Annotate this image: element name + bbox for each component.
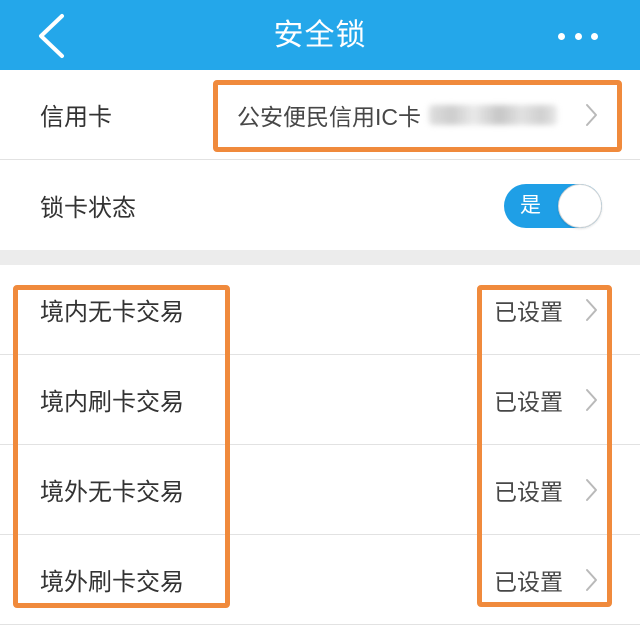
list-item-status: 已设置 (494, 473, 598, 507)
status-value: 已设置 (494, 298, 563, 325)
section-divider (0, 250, 640, 265)
list-item-label: 境内无卡交易 (40, 299, 184, 326)
status-value: 已设置 (494, 478, 563, 505)
toggle-knob (558, 184, 602, 228)
top-nav-bar: 安全锁 (0, 0, 640, 70)
more-button[interactable] (558, 26, 598, 46)
lock-status-toggle[interactable]: 是 (504, 184, 602, 228)
transaction-settings-list: 境内无卡交易 已设置 境内刷卡交易 已设置 境外无卡交易 已设置 境外刷卡交易 … (0, 265, 640, 625)
toggle-state-label: 是 (520, 194, 541, 217)
list-item-overseas-card-present[interactable]: 境外刷卡交易 已设置 (0, 535, 640, 625)
list-item-label: 境外刷卡交易 (40, 569, 184, 596)
chevron-right-icon (586, 388, 597, 411)
lock-status-row: 锁卡状态 是 (0, 160, 640, 250)
list-item-status: 已设置 (494, 383, 598, 417)
more-dots-icon (574, 32, 582, 40)
list-item-status: 已设置 (494, 293, 598, 327)
list-item-label: 境外无卡交易 (40, 479, 184, 506)
masked-card-number (429, 104, 557, 125)
status-value: 已设置 (494, 568, 563, 595)
chevron-right-icon (586, 298, 597, 321)
list-item-domestic-card-not-present[interactable]: 境内无卡交易 已设置 (0, 265, 640, 355)
chevron-right-icon (586, 103, 597, 126)
chevron-right-icon (586, 478, 597, 501)
status-value: 已设置 (494, 388, 563, 415)
chevron-right-icon (586, 568, 597, 591)
credit-card-label: 信用卡 (40, 104, 112, 131)
more-dots-icon (591, 32, 598, 40)
list-item-overseas-card-not-present[interactable]: 境外无卡交易 已设置 (0, 445, 640, 535)
lock-status-label: 锁卡状态 (40, 194, 136, 222)
more-dots-icon (558, 32, 565, 40)
credit-card-row[interactable]: 信用卡 公安便民信用IC卡 (0, 70, 640, 160)
security-lock-screen: 安全锁 信用卡 公安便民信用IC卡 锁卡状态 是 境内无卡交易 已设置 境内刷卡… (0, 0, 640, 639)
list-item-domestic-card-present[interactable]: 境内刷卡交易 已设置 (0, 355, 640, 445)
page-title: 安全锁 (273, 19, 367, 52)
credit-card-name: 公安便民信用IC卡 (237, 103, 421, 130)
list-item-label: 境内刷卡交易 (40, 389, 184, 416)
credit-card-selector[interactable]: 公安便民信用IC卡 (237, 98, 598, 132)
list-item-status: 已设置 (494, 563, 598, 597)
